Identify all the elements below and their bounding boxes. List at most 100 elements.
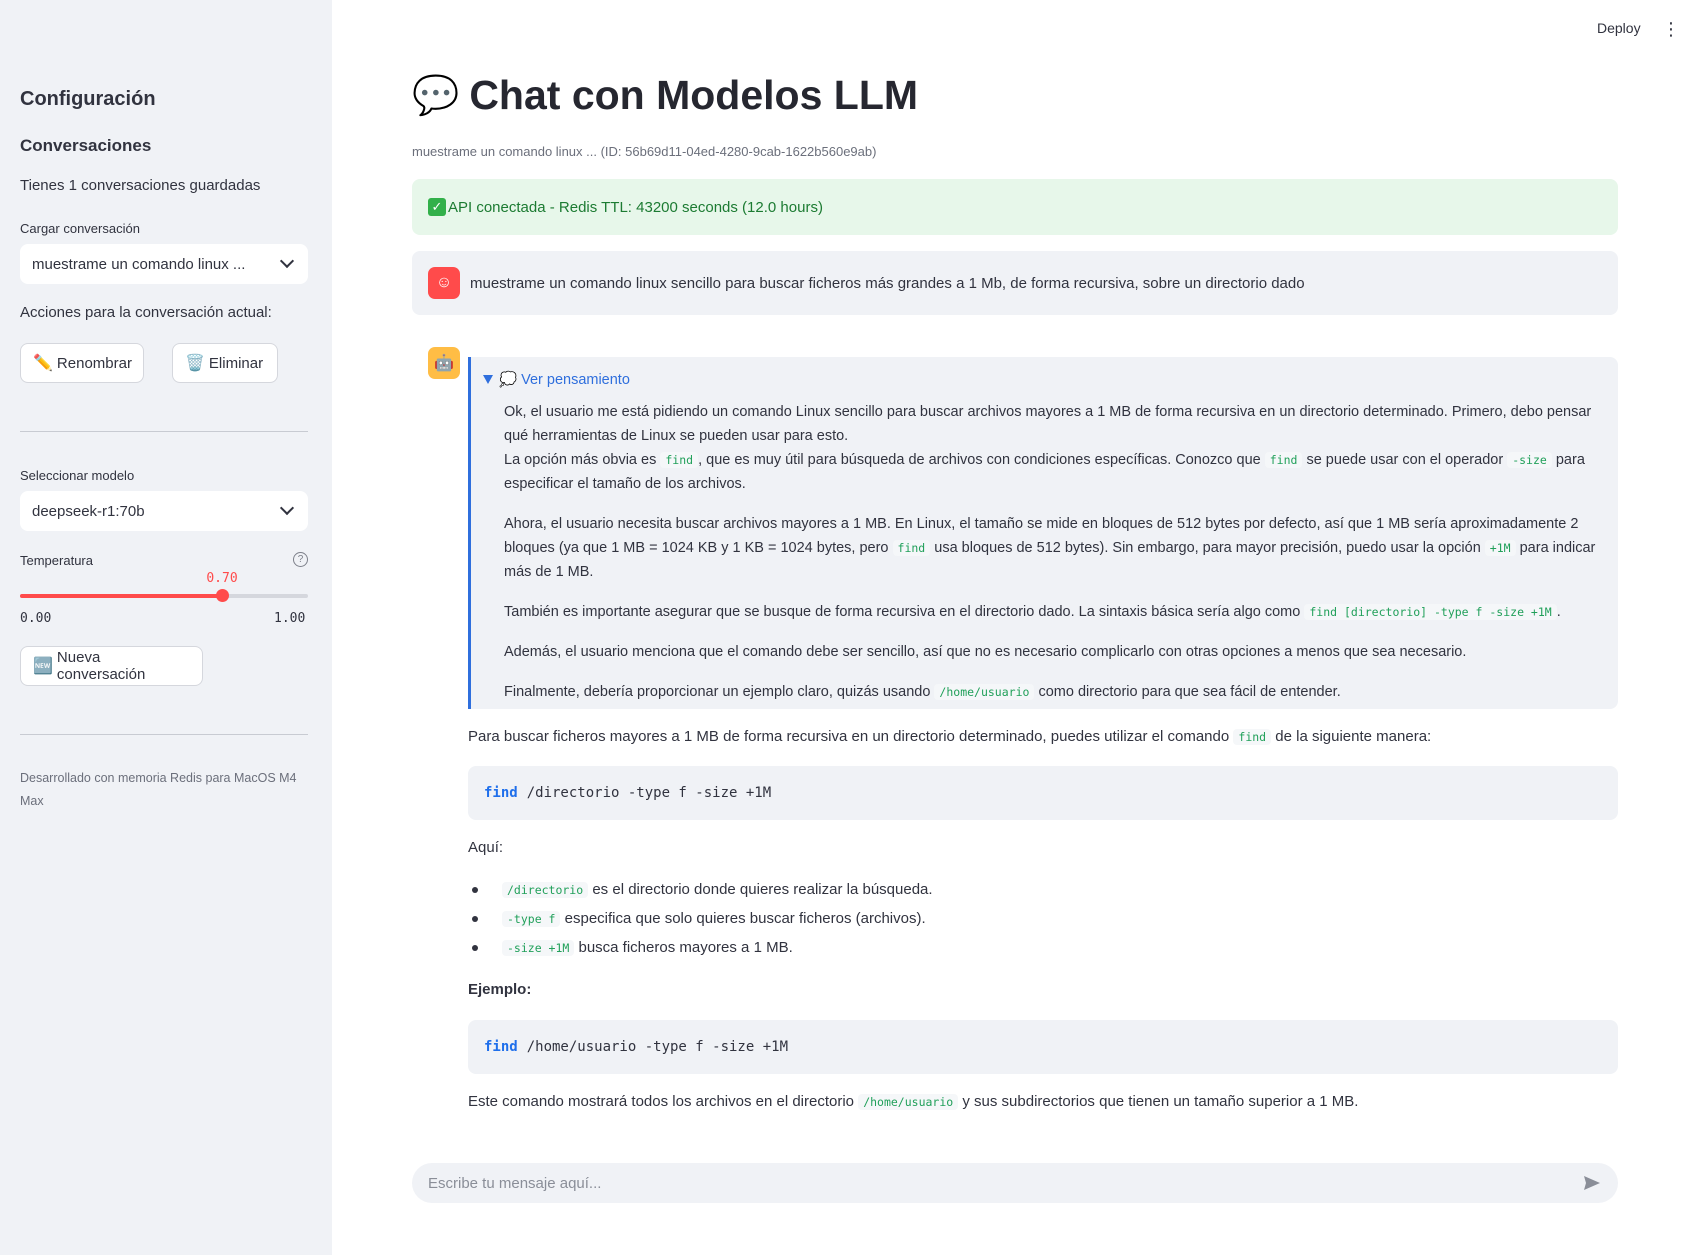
chevron-down-icon [279,500,295,516]
rename-button[interactable]: ✏️ Renombrar [20,343,144,383]
user-message-text: muestrame un comando linux sencillo para… [470,274,1305,292]
thinking-summary-text: 💭 Ver pensamiento [499,372,630,388]
inline-code: find [directorio] -type f -size +1M [1304,604,1557,620]
list-item: -size +1M busca ficheros mayores a 1 MB. [468,939,793,956]
temperature-slider[interactable] [20,589,308,602]
chevron-down-icon [279,253,295,269]
thinking-text: También es importante asegurar que se bu… [504,604,1301,620]
inline-code: find [1233,729,1272,745]
model-select[interactable]: deepseek-r1:70b [20,491,308,531]
more-menu-icon[interactable]: ⋮ [1662,20,1680,38]
temperature-max: 1.00 [274,611,306,626]
inline-code: -size +1M [502,939,575,956]
status-alert: ✓ API conectada - Redis TTL: 43200 secon… [412,179,1618,235]
saved-count-text: Tienes 1 conversaciones guardadas [20,177,261,194]
inline-code: find [660,452,699,468]
sidebar: Configuración Conversaciones Tienes 1 co… [0,0,332,1255]
answer-aqui: Aquí: [468,839,504,856]
inline-code: -size [1507,452,1552,468]
answer-text: y sus subdirectorios que tienen un tamañ… [962,1093,1359,1110]
check-icon: ✓ [428,198,446,216]
thinking-text: Ok, el usuario me está pidiendo un coman… [504,404,1592,444]
send-icon[interactable] [1582,1173,1602,1193]
divider [20,431,308,432]
thinking-text: se puede usar con el operador [1306,452,1504,468]
page-title-text: Chat con Modelos LLM [469,72,919,118]
page-title: 💬 Chat con Modelos LLM [412,72,918,119]
actions-label: Acciones para la conversación actual: [20,304,272,321]
pencil-icon: ✏️ [33,355,53,372]
model-value: deepseek-r1:70b [32,502,145,520]
thinking-expander: 💭 Ver pensamiento Ok, el usuario me está… [468,357,1618,709]
inline-code: /directorio [502,881,589,898]
temperature-value: 0.70 [206,571,238,586]
list-item-text: es el directorio donde quieres realizar … [592,881,933,898]
load-conversation-select[interactable]: muestrame un comando linux ... [20,244,308,284]
answer-text: Para buscar ficheros mayores a 1 MB de f… [468,728,1230,745]
thinking-text: usa bloques de 512 bytes). Sin embargo, … [934,540,1481,556]
answer-text: de la siguiente manera: [1275,728,1432,745]
trash-icon: 🗑️ [185,355,205,372]
rename-label: Renombrar [56,354,132,372]
help-icon[interactable]: ? [293,552,308,567]
answer-outro: Este comando mostrará todos los archivos… [468,1093,1618,1110]
conversation-caption: muestrame un comando linux ... (ID: 56b6… [412,144,877,159]
chat-input-bar [412,1163,1618,1203]
triangle-down-icon [483,375,493,384]
new-conversation-label: Nueva conversación [56,649,146,683]
new-badge-icon: 🆕 [33,658,53,675]
speech-bubble-icon: 💬 [412,74,460,117]
user-avatar-icon: ☺ [428,267,460,299]
answer-intro: Para buscar ficheros mayores a 1 MB de f… [468,728,1618,745]
inline-code: +1M [1484,540,1516,556]
conversations-heading: Conversaciones [20,136,152,155]
thinking-paragraph: Además, el usuario menciona que el coman… [504,640,1609,664]
thinking-paragraph: Ok, el usuario me está pidiendo un coman… [504,400,1609,448]
delete-button[interactable]: 🗑️ Eliminar [172,343,278,383]
thinking-text: La opción más obvia es [504,452,657,468]
thinking-paragraph: Ahora, el usuario necesita buscar archiv… [504,512,1609,584]
code-keyword: find [484,785,518,801]
inline-code: /home/usuario [858,1094,959,1110]
thinking-paragraph: La opción más obvia es find, que es muy … [504,448,1609,496]
status-alert-text: API conectada - Redis TTL: 43200 seconds… [448,198,823,216]
thinking-text: como directorio para que sea fácil de en… [1038,684,1341,700]
thinking-text: Finalmente, debería proporcionar un ejem… [504,684,931,700]
thinking-summary[interactable]: 💭 Ver pensamiento [483,371,630,388]
new-conversation-button[interactable]: 🆕 Nueva conversación [20,646,203,686]
assistant-avatar-icon: 🤖 [428,347,460,379]
thinking-text: Además, el usuario menciona que el coman… [504,644,1467,660]
divider [20,734,308,735]
thinking-paragraph: Finalmente, debería proporcionar un ejem… [504,680,1609,704]
temperature-label: Temperatura [20,553,93,568]
code-keyword: find [484,1039,518,1055]
inline-code: find [892,540,931,556]
chat-input[interactable] [428,1174,1528,1192]
answer-ejemplo: Ejemplo: [468,981,532,998]
slider-fill [20,594,222,598]
list-item-text: busca ficheros mayores a 1 MB. [578,939,793,956]
deploy-button[interactable]: Deploy [1597,20,1641,36]
thinking-text: . [1556,604,1561,620]
bullet [472,915,478,922]
thinking-paragraph: También es importante asegurar que se bu… [504,600,1609,624]
inline-code: find [1264,452,1303,468]
code-block: find /home/usuario -type f -size +1M [468,1020,1618,1074]
sidebar-footer: Desarrollado con memoria Redis para MacO… [20,771,297,808]
bullet [472,944,478,951]
inline-code: -type f [502,910,561,927]
load-conversation-value: muestrame un comando linux ... [32,255,246,273]
inline-code: /home/usuario [934,684,1035,700]
load-conversation-label: Cargar conversación [20,221,140,236]
bullet [472,886,478,893]
temperature-min: 0.00 [20,611,52,626]
delete-label: Eliminar [208,354,264,372]
code-text: /home/usuario -type f -size +1M [526,1039,789,1055]
slider-thumb[interactable] [216,589,229,602]
code-block: find /directorio -type f -size +1M [468,766,1618,820]
code-text: /directorio -type f -size +1M [526,785,772,801]
answer-text: Este comando mostrará todos los archivos… [468,1093,855,1110]
list-item: -type f especifica que solo quieres busc… [468,910,926,927]
thinking-body: Ok, el usuario me está pidiendo un coman… [504,400,1609,720]
user-message: ☺ muestrame un comando linux sencillo pa… [412,251,1618,315]
